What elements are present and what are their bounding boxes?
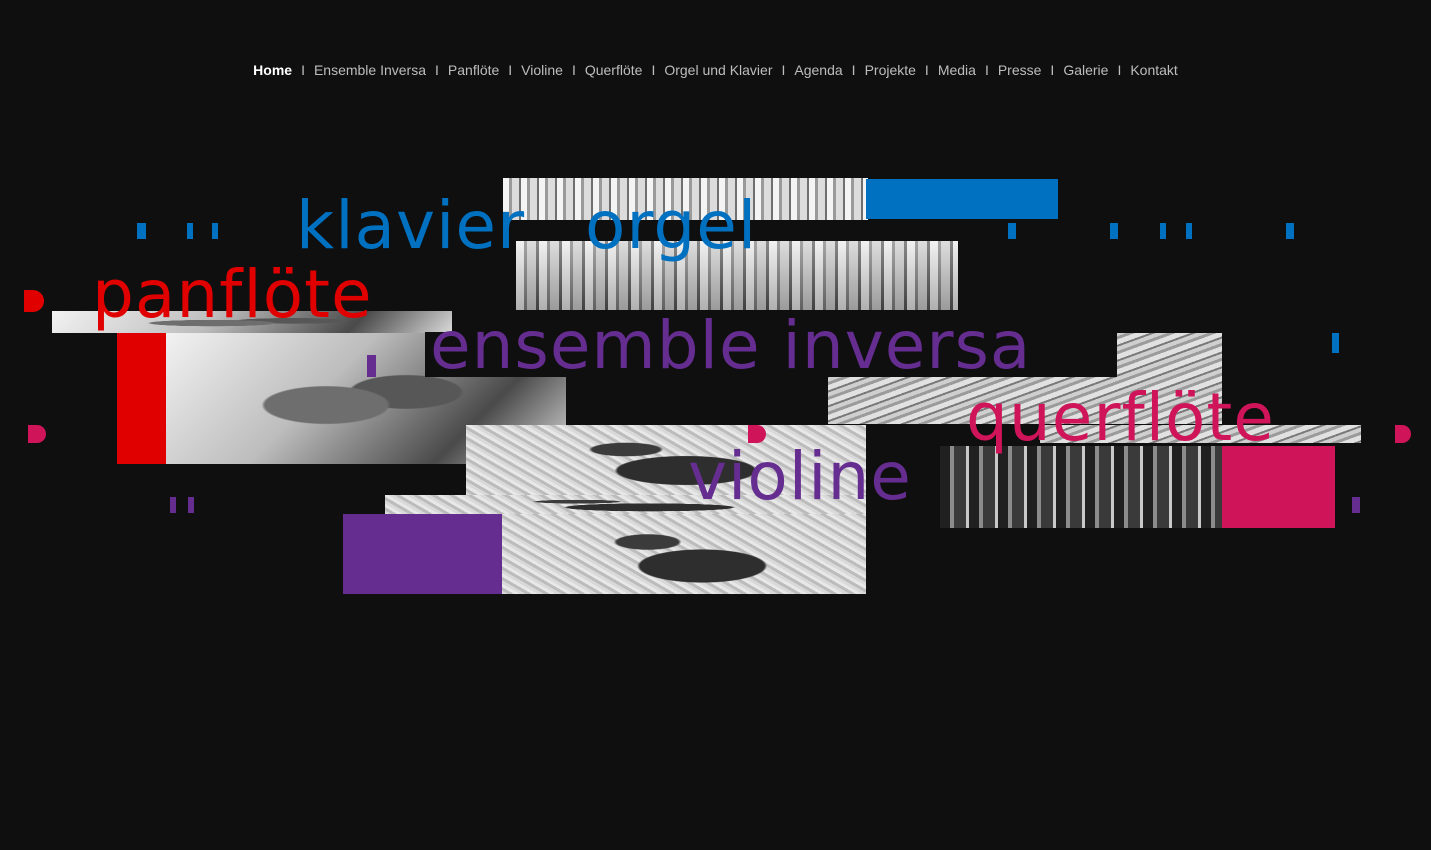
word-klavier: klavier [296,187,526,264]
word-panfloete: panflöte [92,256,373,333]
flute-keys-photo [940,446,1224,528]
blue-fragment [1160,223,1166,239]
red-block [117,333,166,464]
word-orgel: orgel [585,187,758,264]
blue-fragment [1008,223,1016,239]
blue-block [866,179,1058,219]
red-fragment [24,290,44,312]
word-violine: violine [688,438,912,515]
magenta-fragment [28,425,46,443]
blue-fragment [1110,223,1118,239]
violin-photo-body [502,514,866,594]
blue-fragment [212,223,218,239]
word-querfloete: querflöte [966,379,1275,456]
purple-fragment [188,497,194,513]
purple-fragment [367,355,376,377]
magenta-block [1222,446,1335,528]
magenta-fragment [748,425,766,443]
purple-block [343,514,502,594]
hero-collage[interactable]: klavier orgel panflöte ensemble inversa … [0,0,1431,850]
blue-fragment [187,223,193,239]
blue-fragment [137,223,146,239]
purple-fragment [1352,497,1360,513]
blue-fragment [1186,223,1192,239]
purple-fragment [170,497,176,513]
word-ensemble-inversa: ensemble inversa [430,307,1032,384]
blue-fragment [1332,333,1339,353]
blue-fragment [1286,223,1294,239]
magenta-fragment [1395,425,1411,443]
